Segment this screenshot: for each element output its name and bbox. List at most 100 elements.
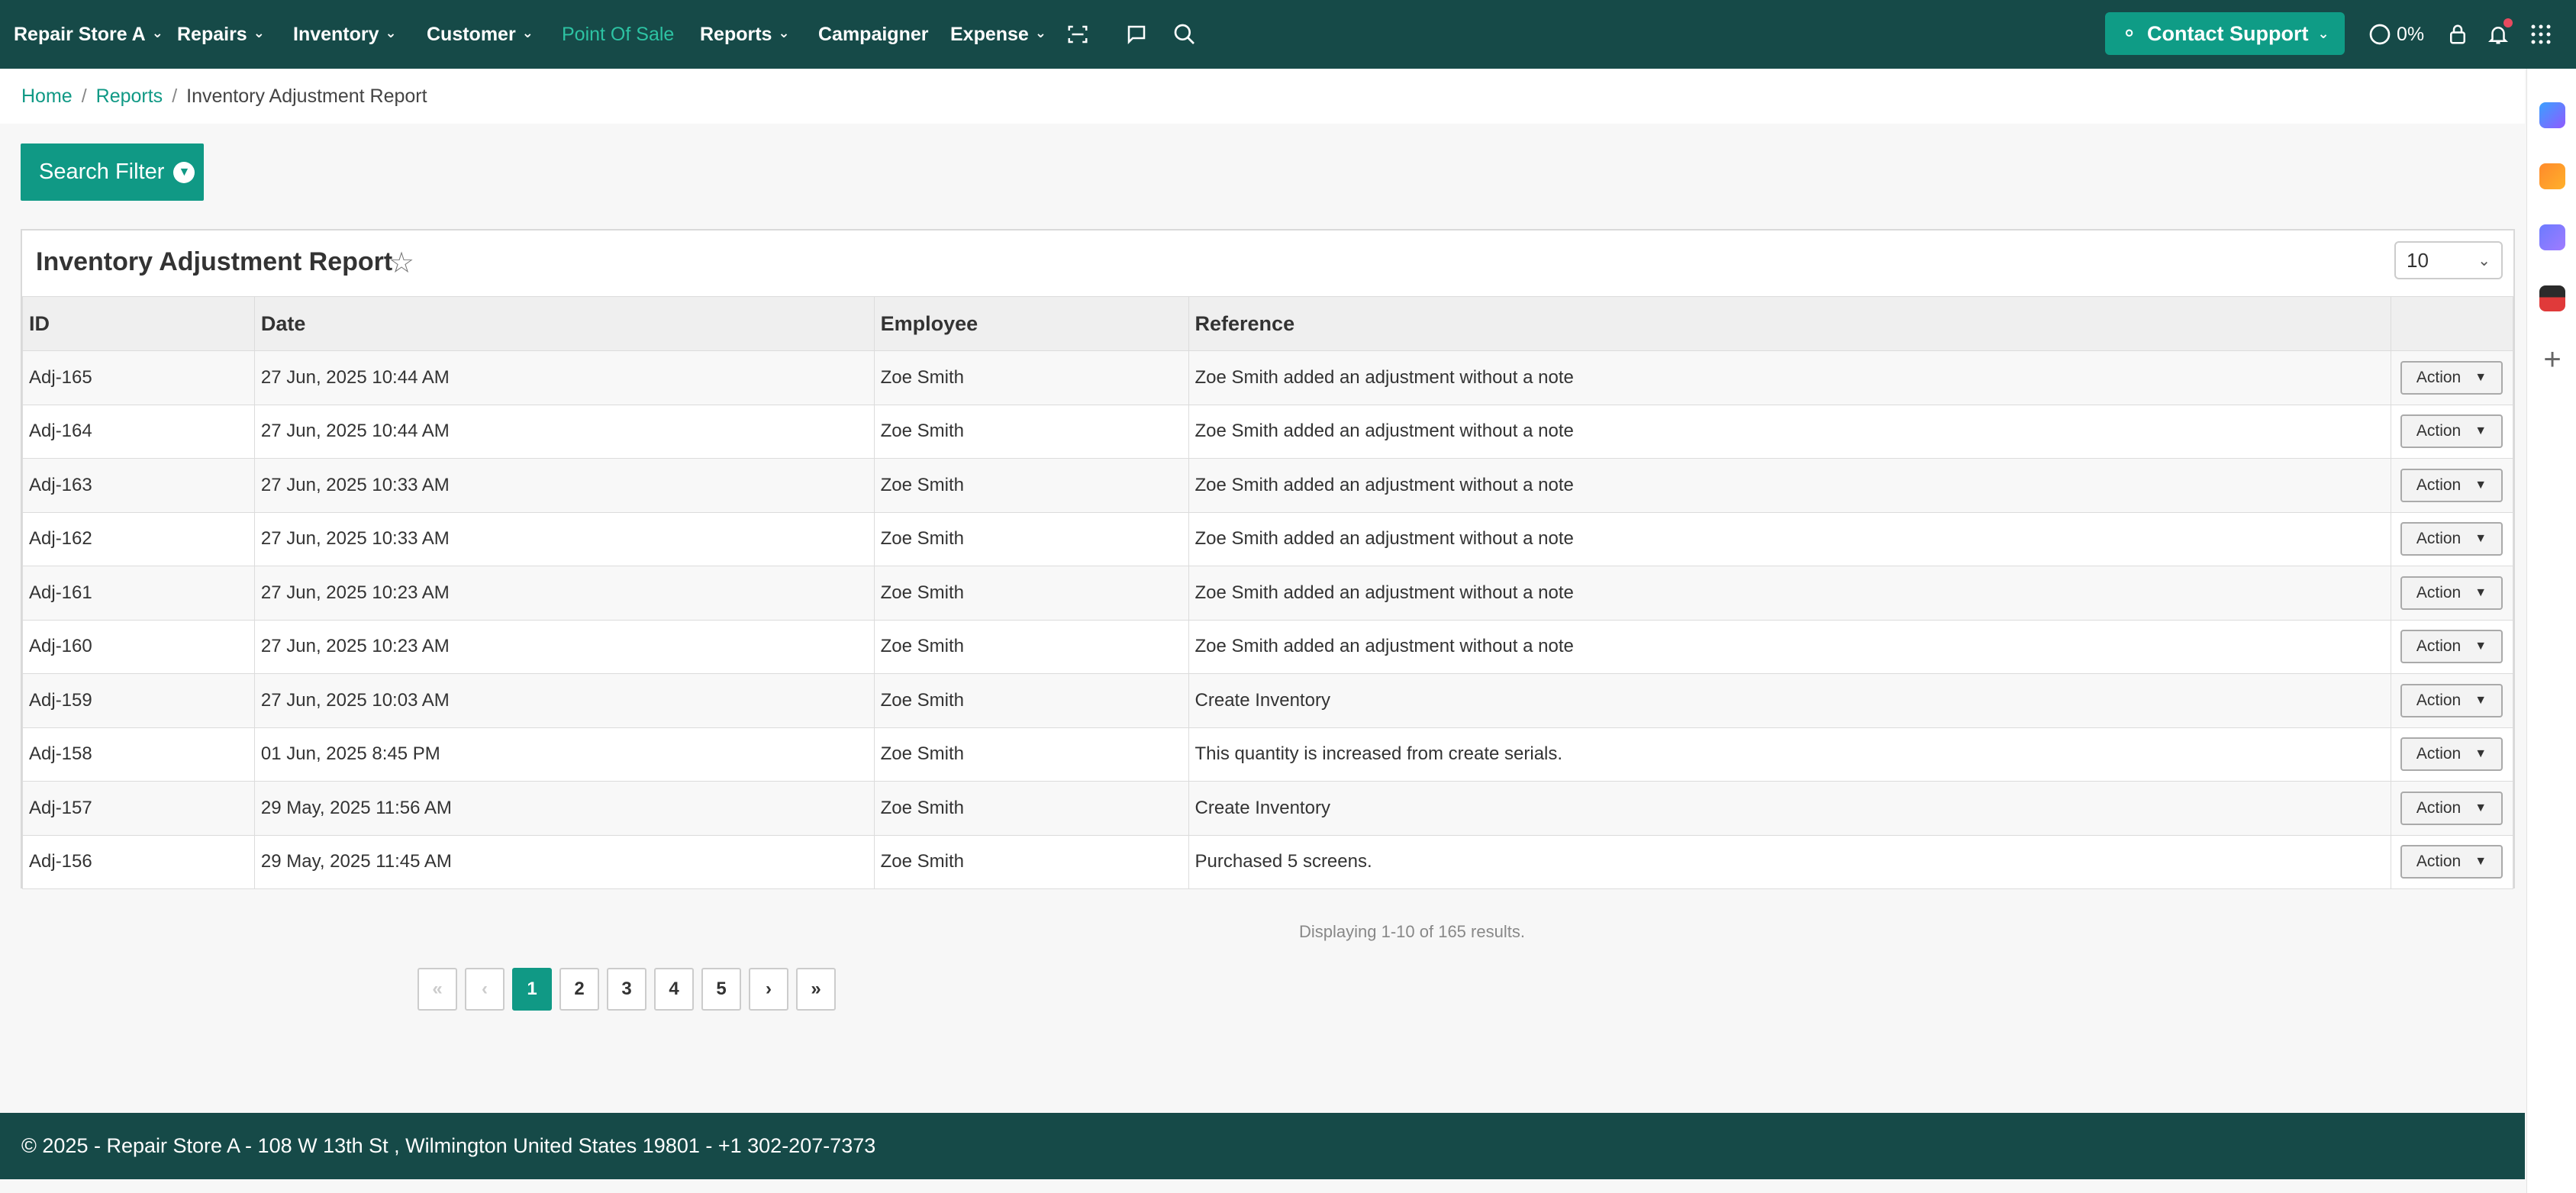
action-dropdown-button[interactable]: Action ▼	[2400, 683, 2503, 717]
cell-id: Adj-159	[22, 673, 255, 728]
contact-support-button[interactable]: ⚬ Contact Support ⌄	[2105, 12, 2345, 55]
caret-down-icon: ▼	[2474, 801, 2487, 814]
add-icon[interactable]: +	[2539, 343, 2565, 376]
action-label: Action	[2416, 476, 2462, 494]
pagination-page-5[interactable]: 5	[701, 968, 741, 1011]
column-header-action	[2390, 296, 2514, 351]
action-label: Action	[2416, 853, 2462, 871]
footer-text: © 2025 - Repair Store A - 108 W 13th St …	[21, 1134, 876, 1157]
notes-icon[interactable]	[2539, 163, 2565, 189]
nav-expense[interactable]: Expense ⌄	[950, 0, 1046, 69]
page-size-select[interactable]: 10 ⌄	[2394, 241, 2503, 279]
nav-campaigner[interactable]: Campaigner	[818, 0, 928, 69]
cell-date: 27 Jun, 2025 10:33 AM	[253, 511, 875, 566]
chevron-down-icon: ⌄	[151, 24, 163, 40]
cell-action: Action ▼	[2390, 511, 2514, 566]
pagination-page-4[interactable]: 4	[654, 968, 694, 1011]
pagination-page-2[interactable]: 2	[559, 968, 599, 1011]
progress-indicator[interactable]: 0%	[2368, 0, 2424, 69]
contact-support-label: Contact Support	[2147, 21, 2309, 45]
page-title: Inventory Adjustment Report	[36, 247, 393, 276]
notification-bell-icon[interactable]	[2487, 0, 2513, 69]
scan-icon[interactable]	[1066, 0, 1089, 69]
cell-date: 27 Jun, 2025 10:03 AM	[253, 673, 875, 728]
cell-reference: Zoe Smith added an adjustment without a …	[1188, 566, 2391, 621]
action-label: Action	[2416, 691, 2462, 709]
nav-reports-label: Reports	[700, 23, 772, 45]
cell-employee: Zoe Smith	[873, 781, 1189, 836]
cell-action: Action ▼	[2390, 350, 2514, 405]
pagination-page-3[interactable]: 3	[607, 968, 646, 1011]
nav-repairs[interactable]: Repairs ⌄	[177, 0, 265, 69]
apps-grid-icon[interactable]	[2529, 0, 2552, 69]
search-filter-button[interactable]: Search Filter ▼	[21, 143, 204, 201]
action-dropdown-button[interactable]: Action ▼	[2400, 414, 2503, 449]
breadcrumb-home[interactable]: Home	[21, 85, 73, 108]
nav-point-of-sale[interactable]: Point Of Sale	[562, 0, 674, 69]
chevron-down-icon: ⌄	[2317, 25, 2329, 41]
cell-action: Action ▼	[2390, 834, 2514, 889]
action-label: Action	[2416, 583, 2462, 601]
breadcrumb: Home / Reports / Inventory Adjustment Re…	[0, 69, 2525, 124]
pagination-page-1[interactable]: 1	[512, 968, 552, 1011]
action-dropdown-button[interactable]: Action ▼	[2400, 791, 2503, 825]
table-row: Adj-159 27 Jun, 2025 10:03 AM Zoe Smith Cre…	[22, 673, 2514, 728]
cell-id: Adj-162	[22, 511, 255, 566]
action-dropdown-button[interactable]: Action ▼	[2400, 360, 2503, 395]
results-summary: Displaying 1-10 of 165 results.	[1299, 922, 1525, 941]
cell-employee: Zoe Smith	[873, 566, 1189, 621]
right-sidebar: +	[2526, 69, 2576, 1193]
action-dropdown-button[interactable]: Action ▼	[2400, 522, 2503, 556]
store-selector[interactable]: Repair Store A ⌄	[14, 0, 163, 69]
cell-date: 27 Jun, 2025 10:44 AM	[253, 350, 875, 405]
nav-customer[interactable]: Customer ⌄	[427, 0, 534, 69]
nav-pos-label: Point Of Sale	[562, 23, 675, 45]
report-table: ID Date Employee Reference Adj-165 27 Jun…	[22, 296, 2514, 889]
report-panel: Inventory Adjustment Report ☆ 10 ⌄ ID Da…	[21, 229, 2515, 889]
calendar-icon[interactable]	[2539, 285, 2565, 311]
action-dropdown-button[interactable]: Action ▼	[2400, 630, 2503, 664]
cell-reference: Create Inventory	[1188, 781, 2391, 836]
column-header-employee[interactable]: Employee	[873, 296, 1189, 351]
pagination-first[interactable]: «	[418, 968, 457, 1011]
action-dropdown-button[interactable]: Action ▼	[2400, 845, 2503, 879]
chat-icon[interactable]	[1125, 0, 1148, 69]
cell-action: Action ▼	[2390, 404, 2514, 459]
pagination-next[interactable]: ›	[749, 968, 788, 1011]
cards-icon[interactable]	[2539, 224, 2565, 250]
cell-date: 29 May, 2025 11:45 AM	[253, 834, 875, 889]
cell-reference: Purchased 5 screens.	[1188, 834, 2391, 889]
action-dropdown-button[interactable]: Action ▼	[2400, 737, 2503, 772]
cell-id: Adj-163	[22, 458, 255, 513]
column-header-date[interactable]: Date	[253, 296, 875, 351]
cell-date: 27 Jun, 2025 10:44 AM	[253, 404, 875, 459]
cell-id: Adj-160	[22, 619, 255, 674]
cell-date: 27 Jun, 2025 10:33 AM	[253, 458, 875, 513]
breadcrumb-reports[interactable]: Reports	[96, 85, 163, 108]
caret-down-icon: ▼	[2474, 693, 2487, 707]
action-dropdown-button[interactable]: Action ▼	[2400, 468, 2503, 502]
nav-inventory[interactable]: Inventory ⌄	[293, 0, 397, 69]
action-dropdown-button[interactable]: Action ▼	[2400, 576, 2503, 610]
table-row: Adj-156 29 May, 2025 11:45 AM Zoe Smith Pur…	[22, 834, 2514, 889]
nav-reports[interactable]: Reports ⌄	[700, 0, 790, 69]
caret-down-icon: ▼	[2474, 370, 2487, 384]
table-row: Adj-164 27 Jun, 2025 10:44 AM Zoe Smith Zoe…	[22, 404, 2514, 459]
caret-down-icon: ▼	[2474, 532, 2487, 546]
search-icon[interactable]	[1172, 0, 1197, 69]
cell-reference: Zoe Smith added an adjustment without a …	[1188, 404, 2391, 459]
lock-icon[interactable]	[2446, 0, 2469, 69]
cell-action: Action ▼	[2390, 673, 2514, 728]
pagination-prev[interactable]: ‹	[465, 968, 505, 1011]
search-filter-label: Search Filter	[39, 160, 165, 184]
cell-id: Adj-158	[22, 727, 255, 782]
table-row: Adj-165 27 Jun, 2025 10:44 AM Zoe Smith Zoe…	[22, 350, 2514, 405]
star-icon[interactable]: ☆	[388, 246, 414, 280]
cell-employee: Zoe Smith	[873, 511, 1189, 566]
pagination-last[interactable]: »	[796, 968, 836, 1011]
chat-bubbles-icon[interactable]	[2539, 102, 2565, 128]
chevron-down-icon: ⌄	[253, 24, 265, 40]
column-header-id[interactable]: ID	[22, 296, 255, 351]
column-header-reference[interactable]: Reference	[1188, 296, 2391, 351]
nav-repairs-label: Repairs	[177, 23, 247, 45]
